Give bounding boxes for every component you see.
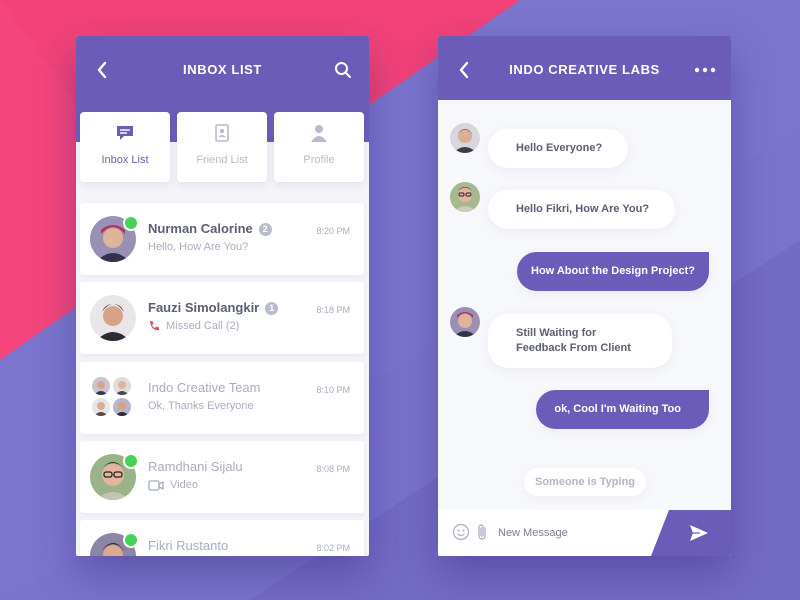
message-bubble-outgoing: ok, Cool I'm Waiting Too: [536, 390, 709, 429]
tab-inbox-list[interactable]: Inbox List: [80, 112, 170, 182]
send-icon: [690, 525, 708, 541]
video-icon: [148, 479, 164, 491]
unread-badge: 1: [265, 302, 279, 315]
chat-screen: INDO CREATIVE LABS Hello Everyone? Hello…: [438, 36, 731, 556]
contacts-book-icon: [215, 124, 229, 142]
timestamp: 8:18 PM: [316, 305, 350, 315]
tab-label: Friend List: [196, 154, 248, 166]
conversation-item[interactable]: Indo Creative Team Ok, Thanks Everyone 8…: [80, 362, 364, 434]
avatar: [90, 453, 139, 500]
contact-name: Nurman Calorine 2: [148, 221, 272, 236]
emoji-icon: [452, 523, 470, 541]
page-title: INBOX LIST: [183, 62, 262, 77]
timestamp: 8:02 PM: [316, 543, 350, 553]
message-bubble-outgoing: How About the Design Project?: [517, 252, 709, 291]
paperclip-icon: [478, 524, 486, 540]
avatar: [450, 182, 480, 212]
search-icon: [335, 62, 351, 78]
message-preview: Missed Call (2): [148, 320, 239, 332]
inbox-screen: INBOX LIST Inbox List Friend List Profil…: [76, 36, 369, 556]
timestamp: 8:20 PM: [316, 226, 350, 236]
online-indicator: [123, 215, 139, 231]
message-preview: Video: [148, 479, 198, 491]
avatar: [90, 295, 136, 341]
user-icon: [311, 125, 327, 142]
conversation-item[interactable]: Fikri Rustanto 8:02 PM: [80, 520, 364, 556]
message-input[interactable]: [498, 523, 648, 543]
unread-badge: 2: [258, 223, 272, 236]
timestamp: 8:10 PM: [316, 385, 350, 395]
contact-name: Fikri Rustanto: [148, 538, 229, 553]
tab-friend-list[interactable]: Friend List: [177, 112, 267, 182]
emoji-button[interactable]: [452, 523, 470, 546]
contact-name: Ramdhani Sijalu: [148, 459, 243, 474]
message-preview: Hello, How Are You?: [148, 241, 249, 253]
more-horizontal-icon: [694, 67, 716, 73]
avatar: [90, 215, 139, 262]
conversation-item[interactable]: Nurman Calorine 2 Hello, How Are You? 8:2…: [80, 203, 364, 275]
contact-name: Fauzi Simolangkir 1: [148, 300, 279, 315]
tab-bar: Inbox List Friend List Profile: [80, 112, 365, 182]
chat-title: INDO CREATIVE LABS: [509, 62, 660, 77]
phone-icon: [150, 321, 159, 331]
search-button[interactable]: [331, 58, 355, 82]
online-indicator: [123, 532, 139, 548]
avatar: [450, 307, 480, 337]
attach-button[interactable]: [476, 523, 488, 546]
online-indicator: [123, 453, 139, 469]
message-composer: [438, 510, 731, 556]
tab-label: Inbox List: [101, 154, 149, 166]
group-avatar: [92, 377, 132, 417]
conversation-item[interactable]: Fauzi Simolangkir 1 Missed Call (2) 8:18 …: [80, 282, 364, 354]
timestamp: 8:08 PM: [316, 464, 350, 474]
tab-label: Profile: [303, 154, 335, 166]
message-bubble-incoming: Hello Fikri, How Are You?: [488, 190, 676, 229]
more-options-button[interactable]: [693, 58, 717, 82]
contact-name: Indo Creative Team: [148, 380, 261, 395]
avatar: [90, 532, 139, 556]
conversation-item[interactable]: Ramdhani Sijalu Video 8:08 PM: [80, 441, 364, 513]
message-bubble-incoming: Hello Everyone?: [488, 129, 629, 168]
chat-bubble-icon: [117, 126, 133, 140]
typing-indicator: Someone is Typing: [524, 468, 646, 496]
send-button[interactable]: [651, 510, 731, 556]
message-preview: Ok, Thanks Everyone: [148, 400, 254, 412]
avatar: [450, 123, 480, 153]
message-bubble-incoming: Still Waiting for Feedback From Client: [488, 314, 672, 368]
tab-profile[interactable]: Profile: [274, 112, 364, 182]
